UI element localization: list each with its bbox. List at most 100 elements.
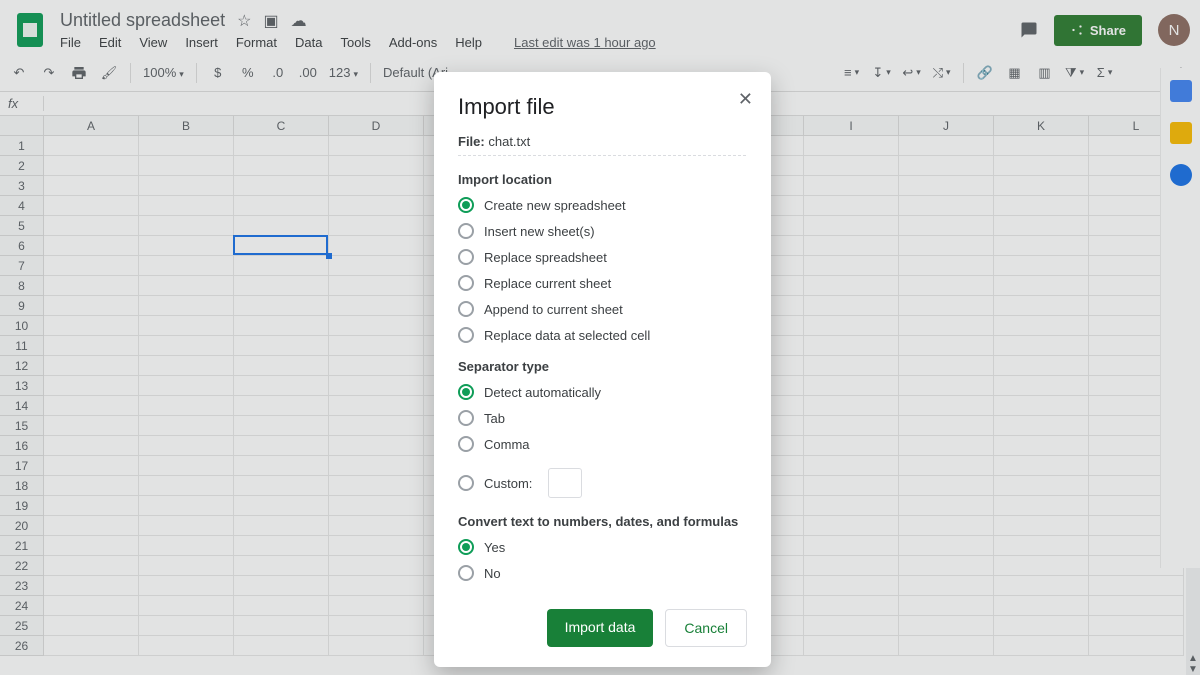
radio-icon[interactable] bbox=[458, 249, 474, 265]
cell[interactable] bbox=[899, 256, 994, 276]
import-location-option[interactable]: Insert new sheet(s) bbox=[458, 223, 747, 239]
share-button[interactable]: Share bbox=[1054, 15, 1142, 46]
text-wrap-icon[interactable]: ↩ bbox=[903, 64, 921, 82]
radio-icon[interactable] bbox=[458, 384, 474, 400]
separator-option[interactable]: Comma bbox=[458, 436, 747, 452]
row-header[interactable]: 2 bbox=[0, 156, 43, 176]
radio-icon[interactable] bbox=[458, 223, 474, 239]
cell[interactable] bbox=[994, 456, 1089, 476]
cell[interactable] bbox=[804, 336, 899, 356]
cell[interactable] bbox=[329, 276, 424, 296]
cell[interactable] bbox=[899, 556, 994, 576]
cell[interactable] bbox=[329, 536, 424, 556]
cell[interactable] bbox=[329, 236, 424, 256]
cell[interactable] bbox=[44, 636, 139, 656]
cell[interactable] bbox=[234, 556, 329, 576]
cell[interactable] bbox=[899, 316, 994, 336]
cell[interactable] bbox=[899, 576, 994, 596]
cell[interactable] bbox=[804, 396, 899, 416]
cell[interactable] bbox=[44, 216, 139, 236]
cell[interactable] bbox=[804, 636, 899, 656]
cell[interactable] bbox=[899, 396, 994, 416]
cell[interactable] bbox=[44, 136, 139, 156]
fill-handle[interactable] bbox=[326, 253, 332, 259]
cell[interactable] bbox=[139, 376, 234, 396]
import-location-option[interactable]: Replace current sheet bbox=[458, 275, 747, 291]
cell[interactable] bbox=[994, 276, 1089, 296]
cell[interactable] bbox=[899, 216, 994, 236]
increase-decimal-icon[interactable]: .00 bbox=[299, 64, 317, 82]
cell[interactable] bbox=[329, 476, 424, 496]
cell[interactable] bbox=[994, 556, 1089, 576]
cell[interactable] bbox=[899, 636, 994, 656]
cell[interactable] bbox=[899, 516, 994, 536]
currency-icon[interactable]: $ bbox=[209, 64, 227, 82]
cell[interactable] bbox=[329, 496, 424, 516]
cell[interactable] bbox=[804, 596, 899, 616]
cell[interactable] bbox=[804, 516, 899, 536]
row-header[interactable]: 20 bbox=[0, 516, 43, 536]
cell[interactable] bbox=[994, 236, 1089, 256]
cell[interactable] bbox=[804, 156, 899, 176]
cell[interactable] bbox=[139, 336, 234, 356]
cell[interactable] bbox=[804, 376, 899, 396]
cell[interactable] bbox=[329, 376, 424, 396]
menu-help[interactable]: Help bbox=[455, 35, 482, 50]
scroll-down-icon[interactable]: ▼ bbox=[1188, 664, 1198, 675]
cell[interactable] bbox=[329, 396, 424, 416]
cell[interactable] bbox=[899, 596, 994, 616]
menu-format[interactable]: Format bbox=[236, 35, 277, 50]
decrease-decimal-icon[interactable]: .0 bbox=[269, 64, 287, 82]
cell[interactable] bbox=[44, 356, 139, 376]
column-header[interactable]: A bbox=[44, 116, 139, 135]
row-header[interactable]: 17 bbox=[0, 456, 43, 476]
cell[interactable] bbox=[234, 636, 329, 656]
row-header[interactable]: 21 bbox=[0, 536, 43, 556]
convert-option[interactable]: No bbox=[458, 565, 747, 581]
column-header[interactable]: K bbox=[994, 116, 1089, 135]
row-header[interactable]: 9 bbox=[0, 296, 43, 316]
cell[interactable] bbox=[139, 436, 234, 456]
menu-file[interactable]: File bbox=[60, 35, 81, 50]
cell[interactable] bbox=[44, 556, 139, 576]
cell[interactable] bbox=[139, 636, 234, 656]
cell[interactable] bbox=[994, 476, 1089, 496]
cell[interactable] bbox=[994, 356, 1089, 376]
cell[interactable] bbox=[994, 396, 1089, 416]
cell[interactable] bbox=[329, 456, 424, 476]
import-location-option[interactable]: Replace data at selected cell bbox=[458, 327, 747, 343]
radio-icon[interactable] bbox=[458, 301, 474, 317]
cell[interactable] bbox=[329, 576, 424, 596]
row-header[interactable]: 3 bbox=[0, 176, 43, 196]
cell[interactable] bbox=[44, 596, 139, 616]
cell[interactable] bbox=[804, 176, 899, 196]
cell[interactable] bbox=[804, 476, 899, 496]
cell[interactable] bbox=[804, 576, 899, 596]
cell[interactable] bbox=[44, 476, 139, 496]
cell[interactable] bbox=[1089, 636, 1184, 656]
row-header[interactable]: 5 bbox=[0, 216, 43, 236]
import-data-button[interactable]: Import data bbox=[547, 609, 654, 647]
cell[interactable] bbox=[234, 516, 329, 536]
row-header[interactable]: 19 bbox=[0, 496, 43, 516]
comments-icon[interactable] bbox=[1020, 21, 1038, 39]
close-icon[interactable]: ✕ bbox=[738, 90, 753, 108]
column-header[interactable]: J bbox=[899, 116, 994, 135]
functions-icon[interactable]: Σ bbox=[1096, 64, 1114, 82]
cell[interactable] bbox=[234, 376, 329, 396]
select-all-corner[interactable] bbox=[0, 116, 44, 136]
cell[interactable] bbox=[139, 356, 234, 376]
cell[interactable] bbox=[139, 316, 234, 336]
menu-add-ons[interactable]: Add-ons bbox=[389, 35, 437, 50]
cell[interactable] bbox=[139, 196, 234, 216]
cell[interactable] bbox=[1089, 596, 1184, 616]
scroll-up-icon[interactable]: ▲ bbox=[1188, 653, 1198, 664]
cell[interactable] bbox=[44, 256, 139, 276]
cell[interactable] bbox=[804, 436, 899, 456]
cell[interactable] bbox=[139, 276, 234, 296]
cell[interactable] bbox=[329, 616, 424, 636]
cell[interactable] bbox=[44, 196, 139, 216]
cell[interactable] bbox=[804, 136, 899, 156]
cell[interactable] bbox=[994, 196, 1089, 216]
cell[interactable] bbox=[899, 296, 994, 316]
